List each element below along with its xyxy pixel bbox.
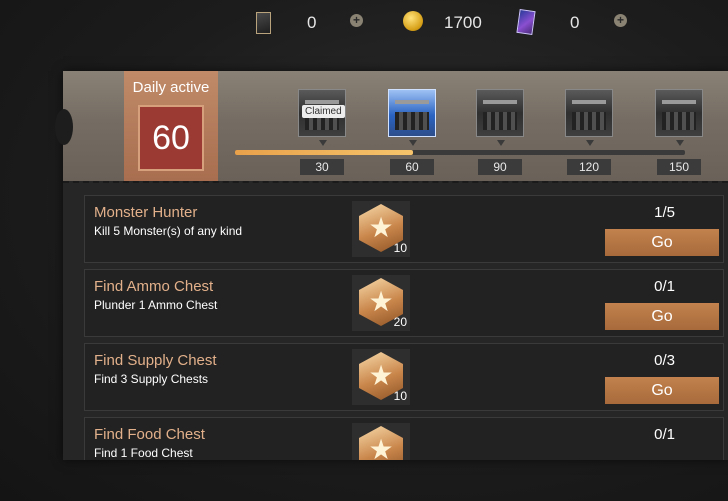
task-row: Find Food Chest Find 1 Food Chest ★ 0/1 (84, 417, 724, 460)
task-progress: 0/3 (654, 352, 675, 369)
milestone-150[interactable] (655, 89, 705, 146)
milestone-marker-icon (497, 140, 505, 146)
reward-medal: ★ 10 (352, 201, 410, 257)
task-title: Find Ammo Chest (94, 278, 214, 295)
gem-card-count: 0 (570, 13, 580, 32)
divider (63, 181, 728, 183)
card-icon (256, 12, 271, 34)
reward-medal: ★ 10 (352, 349, 410, 405)
milestone-marker-icon (586, 140, 594, 146)
gold-coin-icon (403, 11, 423, 31)
reward-medal: ★ 20 (352, 275, 410, 331)
task-description: Find 1 Food Chest (94, 446, 193, 460)
task-progress: 1/5 (654, 204, 675, 221)
claimed-label: Claimed (302, 105, 345, 118)
milestone-120[interactable] (565, 89, 615, 146)
currency-bar: 0 + 1700 0 + (0, 0, 728, 48)
activity-progress-bar (235, 150, 685, 155)
milestone-90[interactable] (476, 89, 526, 146)
task-row: Find Supply Chest Find 3 Supply Chests ★… (84, 343, 724, 411)
reward-amount: 10 (393, 389, 407, 403)
go-button[interactable]: Go (605, 377, 719, 404)
activity-header: Daily active 60 Claimed 30 60 90 120 150 (55, 71, 728, 181)
milestone-60[interactable] (388, 89, 438, 146)
task-progress: 0/1 (654, 426, 675, 443)
reward-medal: ★ (352, 423, 410, 460)
go-button[interactable]: Go (605, 303, 719, 330)
gem-card-icon (516, 9, 536, 35)
card-count: 0 (307, 13, 317, 32)
milestone-value: 90 (478, 159, 522, 175)
milestone-marker-icon (319, 140, 327, 146)
milestone-30[interactable]: Claimed (298, 89, 348, 146)
task-description: Kill 5 Monster(s) of any kind (94, 224, 243, 238)
task-description: Find 3 Supply Chests (94, 372, 209, 386)
daily-active-label: Daily active (132, 79, 210, 96)
task-row: Monster Hunter Kill 5 Monster(s) of any … (84, 195, 724, 263)
go-button[interactable]: Go (605, 229, 719, 256)
milestone-marker-icon (409, 140, 417, 146)
chest-icon[interactable] (476, 89, 524, 137)
daily-tasks-panel: Daily active 60 Claimed 30 60 90 120 150… (55, 71, 728, 460)
add-gem-button[interactable]: + (614, 14, 627, 27)
chest-icon[interactable] (388, 89, 436, 137)
activity-progress-fill (235, 150, 413, 155)
daily-active-block: Daily active 60 (124, 71, 218, 181)
task-row: Find Ammo Chest Plunder 1 Ammo Chest ★ 2… (84, 269, 724, 337)
reward-amount: 10 (393, 241, 407, 255)
task-description: Plunder 1 Ammo Chest (94, 298, 218, 312)
gold-count: 1700 (444, 13, 482, 32)
milestone-value: 150 (657, 159, 701, 175)
task-title: Find Supply Chest (94, 352, 217, 369)
milestone-value: 120 (567, 159, 611, 175)
reward-amount: 20 (393, 315, 407, 329)
task-title: Find Food Chest (94, 426, 205, 443)
chest-icon[interactable] (655, 89, 703, 137)
task-progress: 0/1 (654, 278, 675, 295)
add-card-button[interactable]: + (350, 14, 363, 27)
chest-icon[interactable] (565, 89, 613, 137)
chest-icon[interactable]: Claimed (298, 89, 346, 137)
hexagon-star-icon: ★ (359, 426, 403, 460)
daily-active-box: 60 (138, 105, 204, 171)
milestone-value: 30 (300, 159, 344, 175)
daily-active-value: 60 (152, 119, 190, 157)
task-title: Monster Hunter (94, 204, 198, 221)
header-notch (55, 109, 73, 145)
milestone-marker-icon (676, 140, 684, 146)
milestone-value: 60 (390, 159, 434, 175)
